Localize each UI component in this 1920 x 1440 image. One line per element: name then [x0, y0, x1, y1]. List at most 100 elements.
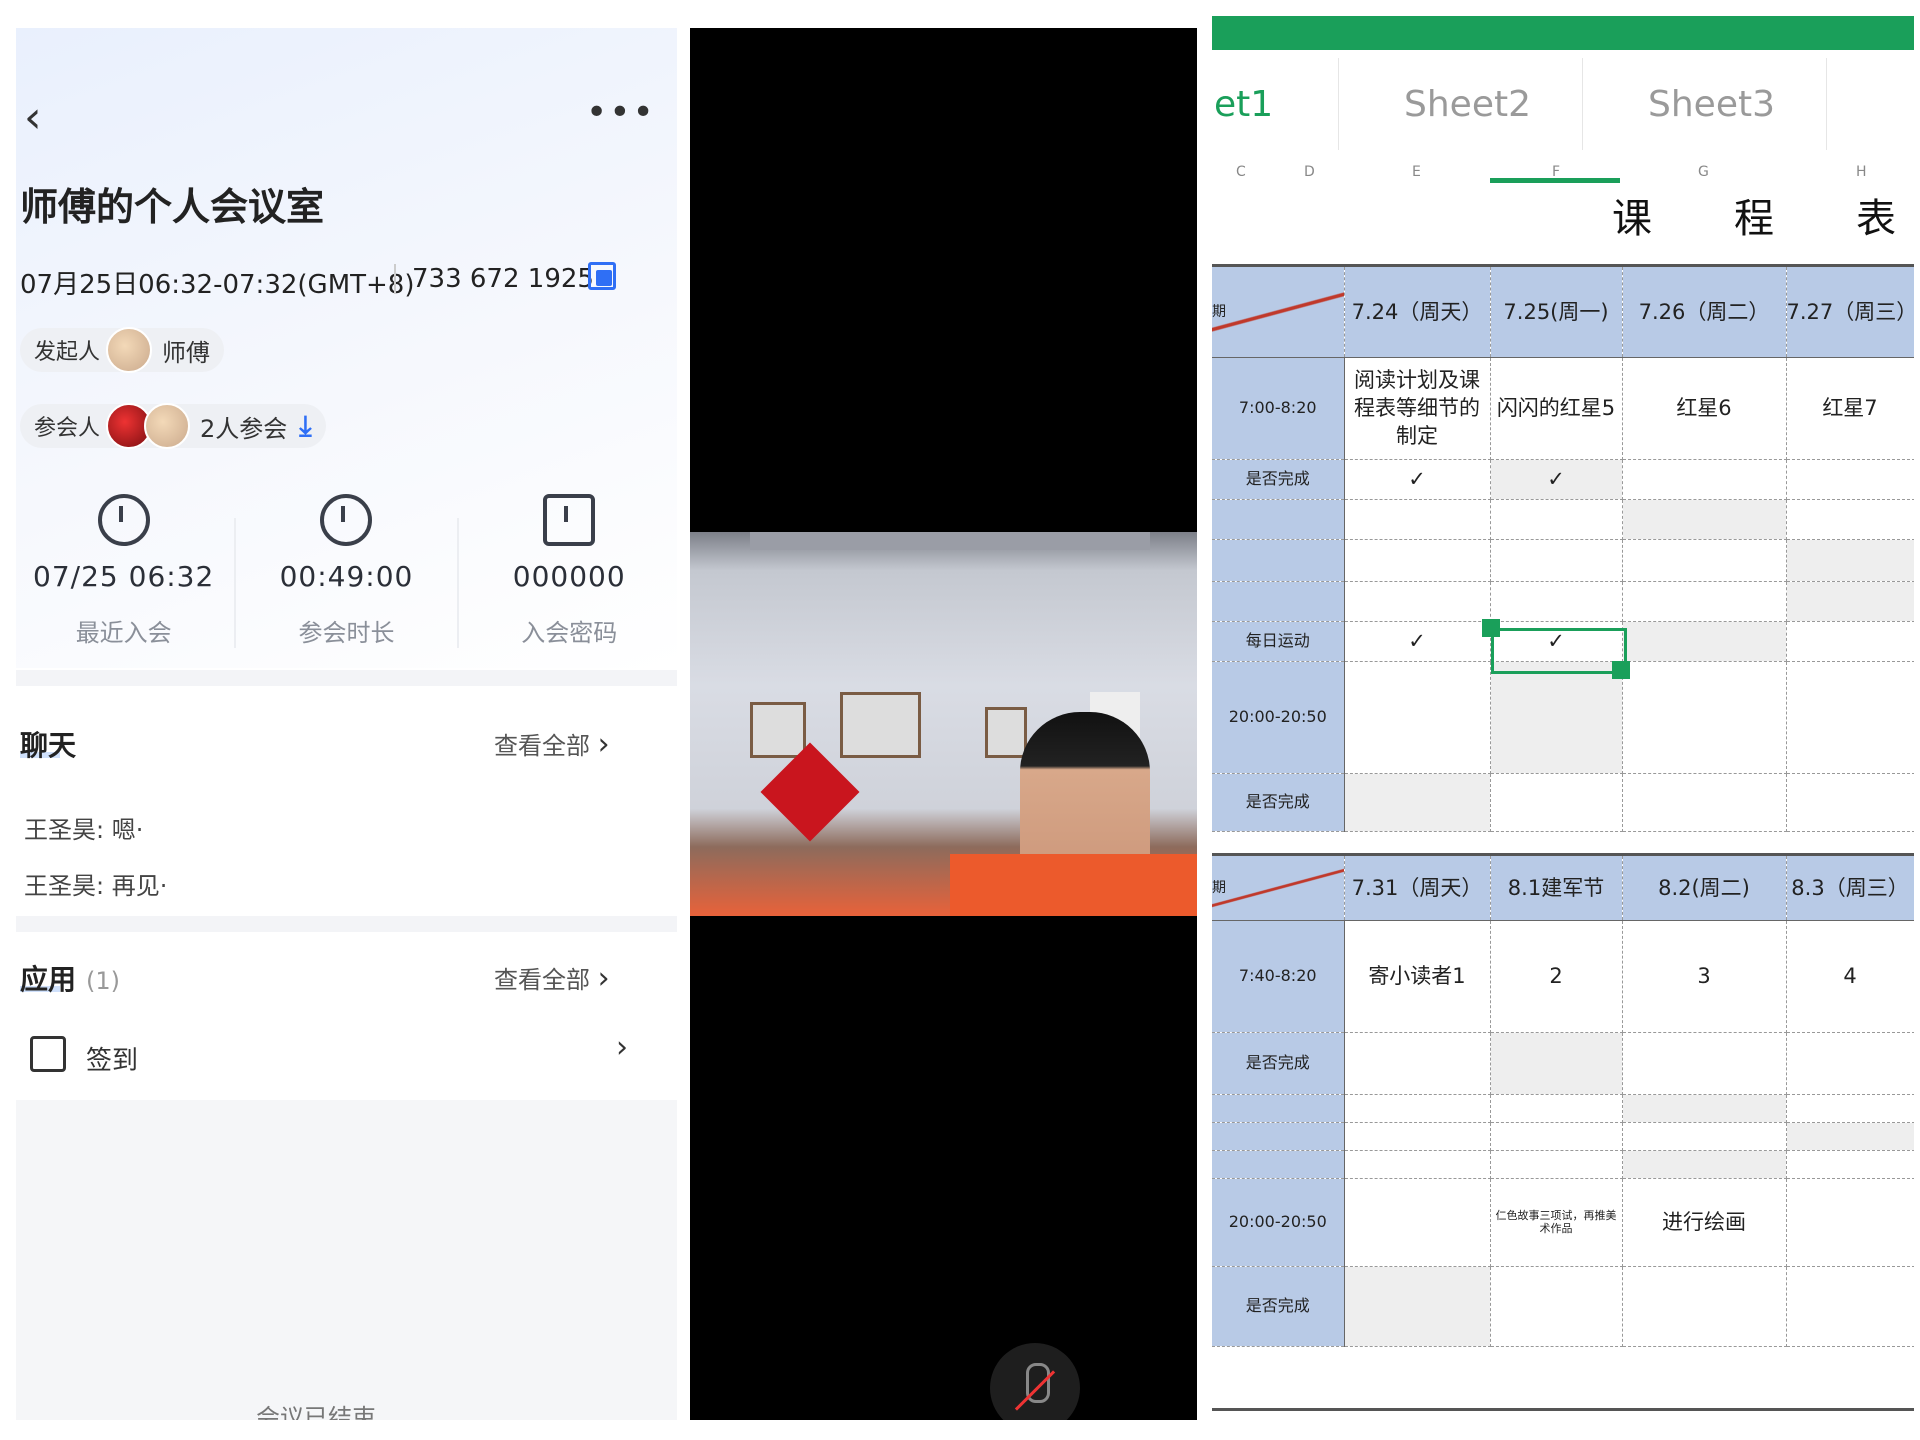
table-cell[interactable] — [1490, 1032, 1623, 1095]
row-label[interactable] — [1212, 1150, 1345, 1179]
table-cell[interactable] — [1490, 499, 1623, 540]
selection-handle[interactable] — [1482, 619, 1500, 637]
table-cell[interactable] — [1344, 1032, 1491, 1095]
table-cell[interactable] — [1344, 661, 1491, 774]
table-cell[interactable]: 3 — [1622, 920, 1787, 1033]
table-cell[interactable]: ✓ — [1344, 621, 1491, 662]
table-cell[interactable] — [1344, 1094, 1491, 1123]
date-header-cell[interactable]: 8.1建军节 — [1490, 856, 1623, 921]
table-cell[interactable]: ✓ — [1344, 459, 1491, 500]
muted-microphone-icon[interactable] — [990, 1343, 1080, 1420]
table-cell[interactable] — [1786, 539, 1914, 582]
table-cell[interactable]: 仁色故事三项试，再推美术作品 — [1490, 1178, 1623, 1267]
date-header-cell[interactable]: 7.31（周天） — [1344, 856, 1491, 921]
table-cell[interactable] — [1786, 1178, 1914, 1267]
table-cell[interactable] — [1622, 459, 1787, 500]
tab-sheet2[interactable]: Sheet2 — [1404, 84, 1531, 125]
table-cell[interactable] — [1622, 539, 1787, 582]
table-cell[interactable] — [1344, 1122, 1491, 1151]
column-header[interactable]: D — [1304, 164, 1315, 180]
table-cell[interactable] — [1344, 1150, 1491, 1179]
table-cell[interactable] — [1786, 1032, 1914, 1095]
table-cell[interactable]: 红星6 — [1622, 357, 1787, 460]
table-cell[interactable] — [1490, 581, 1623, 622]
table-cell[interactable]: 4 — [1786, 920, 1914, 1033]
table-cell[interactable] — [1490, 1150, 1623, 1179]
table-cell[interactable] — [1786, 1266, 1914, 1347]
column-header[interactable]: E — [1412, 164, 1421, 180]
table-cell[interactable] — [1622, 773, 1787, 832]
table-cell[interactable] — [1786, 1122, 1914, 1151]
table-cell[interactable] — [1622, 581, 1787, 622]
table-cell[interactable] — [1490, 773, 1623, 832]
date-header-cell[interactable]: 7.24（周天） — [1344, 267, 1491, 358]
table-cell[interactable] — [1786, 1094, 1914, 1123]
tab-sheet1[interactable]: et1 — [1214, 84, 1273, 125]
table-cell[interactable] — [1786, 661, 1914, 774]
table-cell[interactable]: 进行绘画 — [1622, 1178, 1787, 1267]
table-cell[interactable]: 2 — [1490, 920, 1623, 1033]
table-cell[interactable] — [1622, 1150, 1787, 1179]
row-label[interactable] — [1212, 539, 1345, 582]
table-cell[interactable] — [1786, 581, 1914, 622]
apps-view-all[interactable]: 查看全部 › — [494, 960, 610, 996]
table-cell[interactable] — [1622, 661, 1787, 774]
chevron-right-icon[interactable]: › — [616, 1030, 628, 1065]
table-cell[interactable] — [1786, 1150, 1914, 1179]
row-label[interactable]: 是否完成 — [1212, 1032, 1345, 1095]
table-cell[interactable]: 红星7 — [1786, 357, 1914, 460]
column-header[interactable]: H — [1856, 164, 1867, 180]
app-item-checkin[interactable]: 签到 — [86, 1040, 138, 1077]
table-cell[interactable] — [1344, 499, 1491, 540]
chat-view-all[interactable]: 查看全部 › — [494, 726, 610, 762]
table-cell[interactable]: 闪闪的红星5 — [1490, 357, 1623, 460]
column-header[interactable]: C — [1236, 164, 1246, 180]
date-header-cell[interactable]: 7.25(周一) — [1490, 267, 1623, 358]
download-icon[interactable]: ⤓ — [299, 409, 311, 443]
row-label[interactable]: 7:00-8:20 — [1212, 357, 1345, 460]
table-cell[interactable] — [1622, 1032, 1787, 1095]
table-cell[interactable] — [1622, 621, 1787, 662]
more-options-icon[interactable]: ••• — [586, 95, 656, 131]
table-cell[interactable] — [1344, 1266, 1491, 1347]
row-label[interactable] — [1212, 1122, 1345, 1151]
table-cell[interactable] — [1786, 773, 1914, 832]
table-cell[interactable]: ✓ — [1490, 459, 1623, 500]
table-cell[interactable] — [1622, 1122, 1787, 1151]
table-cell[interactable] — [1344, 581, 1491, 622]
table-cell[interactable] — [1490, 1094, 1623, 1123]
row-label[interactable]: 是否完成 — [1212, 1266, 1345, 1347]
date-header-cell[interactable]: 7.27（周三） — [1786, 267, 1914, 358]
table-cell[interactable] — [1490, 539, 1623, 582]
column-header[interactable]: G — [1698, 164, 1709, 180]
cell-selection[interactable] — [1491, 628, 1627, 674]
date-header-cell[interactable]: 8.2(周二) — [1622, 856, 1787, 921]
table-cell[interactable] — [1622, 1094, 1787, 1123]
table-cell[interactable] — [1786, 621, 1914, 662]
table-cell[interactable] — [1786, 499, 1914, 540]
row-label[interactable]: 是否完成 — [1212, 773, 1345, 832]
tab-sheet3[interactable]: Sheet3 — [1648, 84, 1775, 125]
table-cell[interactable] — [1622, 499, 1787, 540]
table-cell[interactable] — [1344, 539, 1491, 582]
row-label[interactable] — [1212, 499, 1345, 540]
copy-icon[interactable] — [588, 262, 616, 290]
row-label[interactable]: 20:00-20:50 — [1212, 1178, 1345, 1267]
row-label[interactable]: 20:00-20:50 — [1212, 661, 1345, 774]
row-label[interactable]: 7:40-8:20 — [1212, 920, 1345, 1033]
table-cell[interactable] — [1622, 1266, 1787, 1347]
table-cell[interactable] — [1490, 661, 1623, 774]
row-label[interactable] — [1212, 581, 1345, 622]
row-label[interactable] — [1212, 1094, 1345, 1123]
participants-chip[interactable]: 参会人 2人参会 ⤓ — [20, 403, 326, 449]
table-cell[interactable] — [1786, 459, 1914, 500]
back-arrow-icon[interactable]: ‹ — [24, 88, 64, 148]
row-label[interactable]: 是否完成 — [1212, 459, 1345, 500]
table-cell[interactable] — [1344, 773, 1491, 832]
date-header-cell[interactable]: 7.26（周二） — [1622, 267, 1787, 358]
selection-handle[interactable] — [1612, 661, 1630, 679]
corner-cell[interactable]: 期 — [1212, 856, 1345, 921]
date-header-cell[interactable]: 8.3（周三） — [1786, 856, 1914, 921]
table-cell[interactable]: 阅读计划及课程表等细节的制定 — [1344, 357, 1491, 460]
host-chip[interactable]: 发起人 师傅 — [20, 327, 225, 373]
